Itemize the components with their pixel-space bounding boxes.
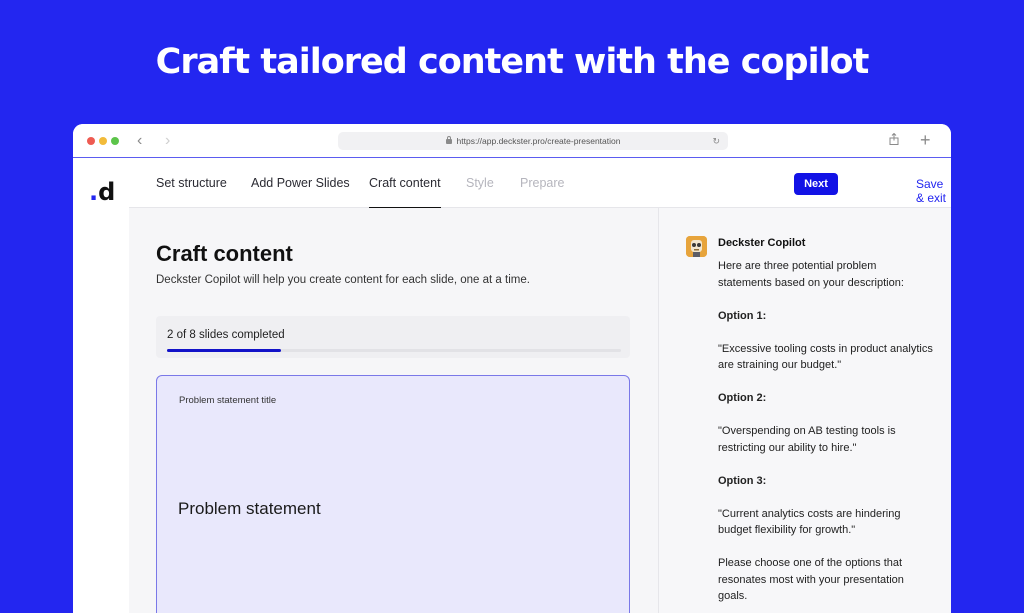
step-navigation: Set structure Add Power Slides Craft con…: [129, 158, 951, 209]
progress-card: 2 of 8 slides completed: [156, 316, 630, 358]
copilot-intro: Here are three potential problem stateme…: [718, 260, 904, 289]
lock-icon: [445, 136, 452, 144]
slide-title-label: Problem statement title: [179, 395, 277, 406]
next-button[interactable]: Next: [794, 173, 838, 195]
new-tab-plus-icon[interactable]: +: [920, 128, 931, 152]
copilot-robot-avatar-icon: [686, 236, 707, 257]
slide-statement-text[interactable]: Problem statement: [178, 499, 321, 519]
page-subtitle: Deckster Copilot will help you create co…: [156, 274, 530, 286]
minimize-window-icon[interactable]: [99, 137, 107, 145]
tab-style[interactable]: Style: [466, 176, 494, 190]
copilot-closing: Please choose one of the options that re…: [718, 557, 904, 602]
option-3-text[interactable]: "Current analytics costs are hindering b…: [718, 506, 933, 539]
content-editor: Craft content Deckster Copilot will help…: [129, 208, 658, 613]
tab-set-structure[interactable]: Set structure: [156, 176, 227, 190]
page-headline: Craft tailored content with the copilot: [155, 42, 870, 82]
reload-icon[interactable]: ↻: [712, 132, 720, 150]
option-1-label: Option 1:: [718, 309, 767, 322]
progress-bar-fill: [167, 349, 281, 352]
url-text: https://app.deckster.pro/create-presenta…: [456, 136, 621, 146]
progress-bar: [167, 349, 621, 352]
tab-prepare[interactable]: Prepare: [520, 176, 564, 190]
option-2-text[interactable]: "Overspending on AB testing tools is res…: [718, 423, 933, 456]
slide-preview-card[interactable]: Problem statement title Problem statemen…: [156, 375, 630, 613]
copilot-name: Deckster Copilot: [718, 237, 806, 249]
close-window-icon[interactable]: [87, 137, 95, 145]
tab-add-power-slides[interactable]: Add Power Slides: [251, 176, 350, 190]
save-and-exit-link[interactable]: Save & exit: [916, 177, 951, 205]
maximize-window-icon[interactable]: [111, 137, 119, 145]
copilot-message: Here are three potential problem stateme…: [718, 258, 933, 613]
option-1-text[interactable]: "Excessive tooling costs in product anal…: [718, 341, 933, 374]
share-icon[interactable]: [889, 133, 899, 145]
tab-craft-content[interactable]: Craft content: [369, 176, 441, 209]
deckster-logo[interactable]: .d: [89, 178, 115, 206]
address-bar[interactable]: https://app.deckster.pro/create-presenta…: [338, 132, 728, 150]
browser-window: ‹ › https://app.deckster.pro/create-pres…: [73, 124, 951, 613]
copilot-panel: Deckster Copilot Here are three potentia…: [658, 208, 951, 613]
option-3-label: Option 3:: [718, 474, 767, 487]
back-arrow-icon[interactable]: ‹: [137, 132, 142, 150]
page-title: Craft content: [156, 241, 293, 266]
forward-arrow-icon[interactable]: ›: [165, 132, 170, 150]
browser-toolbar: ‹ › https://app.deckster.pro/create-pres…: [73, 124, 951, 158]
option-2-label: Option 2:: [718, 392, 767, 404]
progress-label: 2 of 8 slides completed: [167, 329, 285, 341]
app-sidebar: .d: [73, 158, 129, 613]
